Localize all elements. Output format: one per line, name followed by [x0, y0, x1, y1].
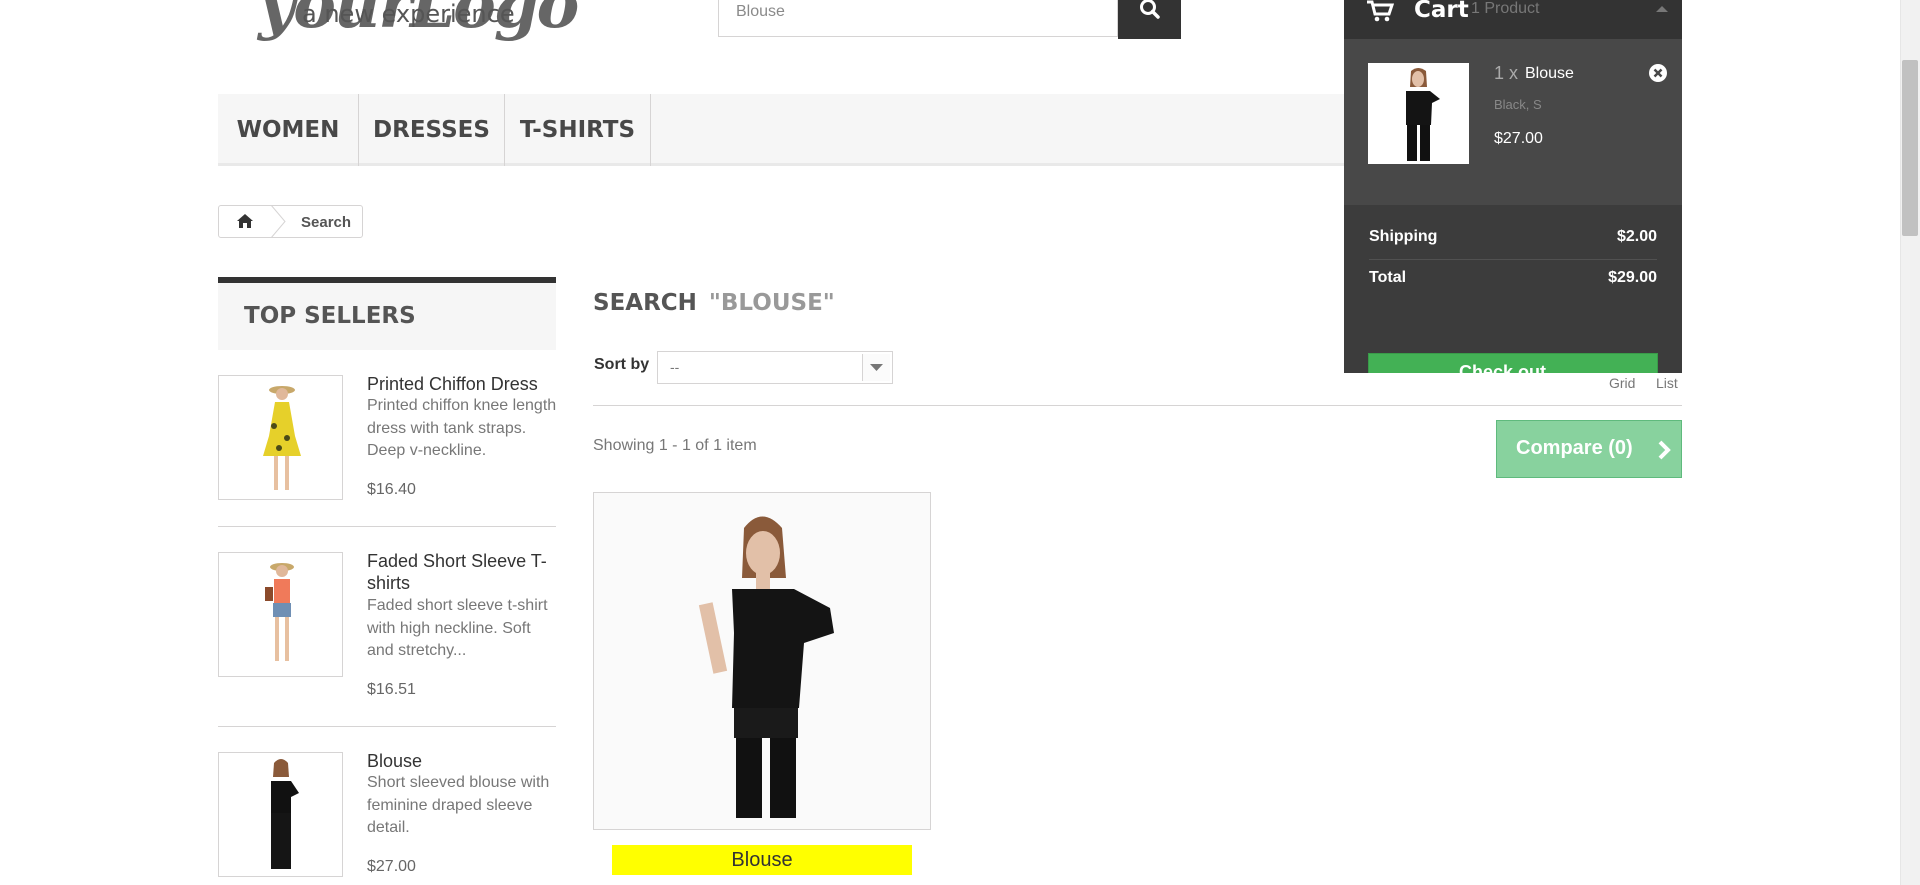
divider: [593, 405, 1682, 406]
top-seller-price: $27.00: [367, 858, 416, 875]
top-seller-price: $16.51: [367, 681, 416, 698]
sort-select[interactable]: --: [657, 351, 893, 384]
cart-total-row: Total $29.00: [1369, 259, 1657, 299]
model-orange-tshirt-image: [265, 563, 294, 661]
search-input[interactable]: Blouse: [718, 0, 1118, 37]
product-name-link[interactable]: Blouse: [612, 845, 912, 875]
search-icon: [1140, 0, 1160, 19]
shipping-label: Shipping: [1369, 228, 1438, 245]
cart-dropdown: Cart 1 Product 1 x Blouse Black, S $27.0…: [1344, 0, 1682, 373]
blouse-thumbnail-image: [1406, 68, 1440, 161]
menu-item-tshirts[interactable]: T-SHIRTS: [505, 94, 651, 166]
top-seller-price: $16.40: [367, 481, 416, 498]
chevron-up-icon: [1656, 6, 1668, 12]
cart-item-name[interactable]: Blouse: [1525, 65, 1574, 83]
menu-item-dresses[interactable]: DRESSES: [359, 94, 505, 166]
blouse-product-image: [594, 493, 930, 829]
breadcrumb-home[interactable]: [219, 206, 270, 237]
model-black-blouse-image: [271, 759, 299, 869]
search-query: "BLOUSE": [708, 290, 835, 316]
cart-item: 1 x Blouse Black, S $27.00: [1344, 39, 1682, 205]
breadcrumb-separator: [270, 205, 286, 238]
product-name: Blouse: [731, 849, 793, 871]
checkout-button[interactable]: Check out: [1368, 353, 1658, 373]
checkout-button-label: Check out: [1459, 362, 1547, 373]
remove-icon[interactable]: [1648, 63, 1668, 83]
view-list-link[interactable]: List: [1656, 375, 1678, 391]
breadcrumb: Search: [218, 205, 363, 238]
top-seller-name[interactable]: Faded Short Sleeve T-shirts: [367, 550, 562, 594]
chevron-down-icon: [862, 354, 890, 381]
cart-item-thumbnail[interactable]: [1368, 63, 1469, 164]
page-heading-label: SEARCH: [593, 290, 697, 316]
cart-count: 1 Product: [1471, 0, 1540, 17]
cart-label: Cart: [1414, 0, 1469, 23]
top-seller-description: Short sleeved blouse with feminine drape…: [367, 774, 550, 836]
product-thumbnail[interactable]: [218, 552, 343, 677]
results-count: Showing 1 - 1 of 1 item: [593, 437, 757, 454]
compare-button[interactable]: Compare (0): [1496, 420, 1682, 478]
page-heading: SEARCH "BLOUSE": [593, 290, 835, 316]
breadcrumb-current: Search: [301, 214, 352, 231]
product-thumbnail[interactable]: [218, 752, 343, 877]
compare-button-label: Compare (0): [1516, 437, 1633, 459]
divider: [218, 526, 556, 527]
home-icon: [237, 214, 253, 228]
search-input-value: Blouse: [736, 3, 785, 20]
top-sellers-heading: TOP SELLERS: [244, 303, 416, 329]
search-button[interactable]: [1118, 0, 1181, 39]
view-grid-link[interactable]: Grid: [1609, 375, 1635, 391]
shipping-value: $2.00: [1616, 228, 1657, 245]
cart-item-price: $27.00: [1494, 130, 1543, 147]
top-seller-description: Faded short sleeve t-shirt with high nec…: [367, 597, 548, 659]
top-sellers-title: TOP SELLERS: [218, 277, 556, 350]
shopping-cart-icon: [1367, 0, 1394, 22]
cart-item-attributes: Black, S: [1494, 97, 1542, 112]
scrollbar-thumb[interactable]: [1902, 60, 1918, 236]
product-card-image[interactable]: [593, 492, 931, 830]
divider: [218, 726, 556, 727]
cart-header[interactable]: Cart 1 Product: [1344, 0, 1682, 39]
total-label: Total: [1369, 269, 1407, 286]
chevron-right-icon: [1658, 440, 1671, 460]
cart-summary: Shipping $2.00 Total $29.00 Check out: [1344, 205, 1682, 373]
logo-tagline: a new experience: [302, 0, 515, 28]
top-seller-name[interactable]: Printed Chiffon Dress: [367, 373, 562, 395]
sort-label: Sort by: [594, 356, 650, 373]
menu-item-women[interactable]: WOMEN: [218, 94, 359, 166]
site-logo[interactable]: yourLogo a new experience: [258, 0, 608, 50]
sort-select-value: --: [670, 359, 680, 375]
product-thumbnail[interactable]: [218, 375, 343, 500]
model-yellow-dress-image: [263, 386, 301, 490]
top-seller-name[interactable]: Blouse: [367, 750, 562, 772]
top-seller-description: Printed chiffon knee length dress with t…: [367, 397, 557, 459]
total-value: $29.00: [1608, 269, 1657, 286]
cart-item-quantity: 1 x: [1494, 63, 1519, 83]
cart-shipping-row: Shipping $2.00: [1369, 218, 1657, 258]
